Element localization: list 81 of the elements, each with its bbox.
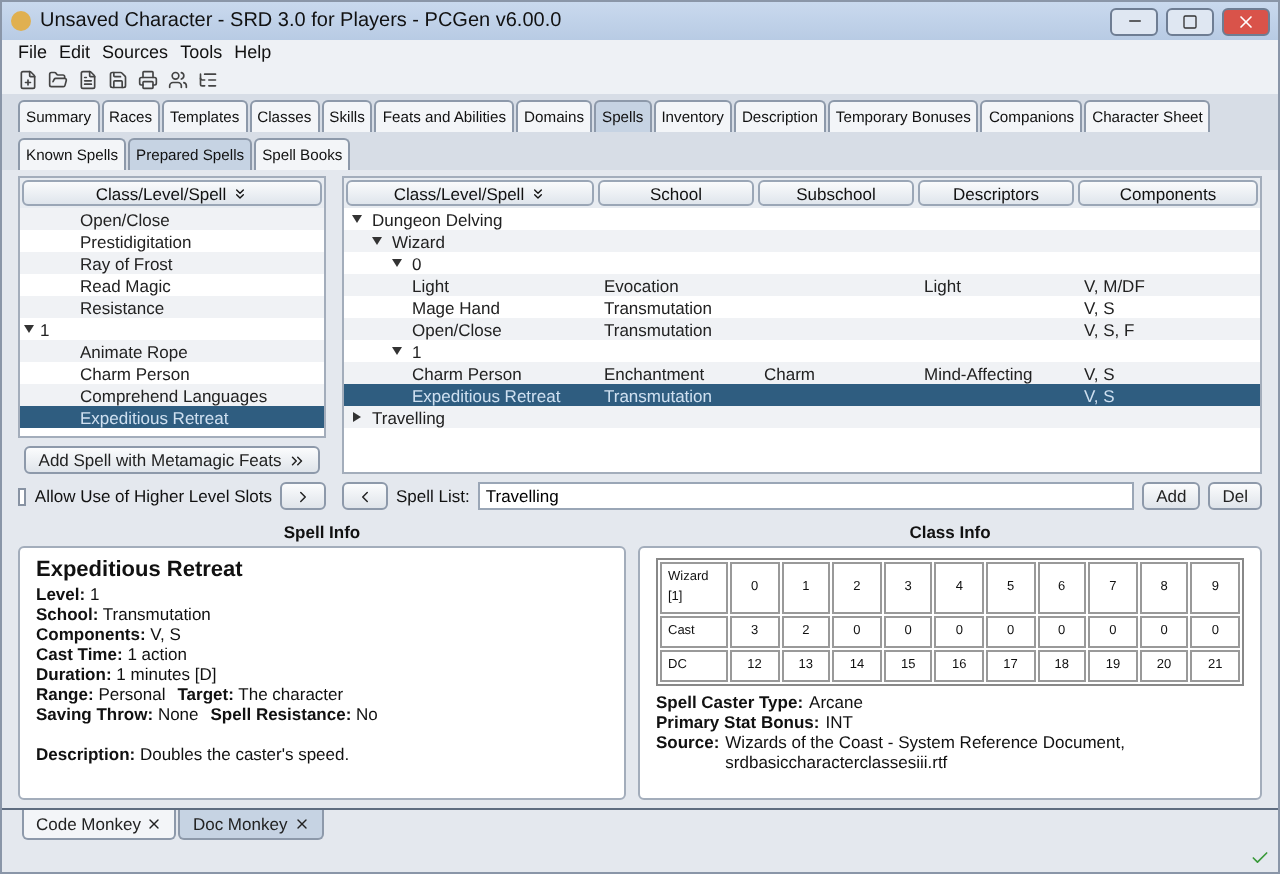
window-title: Unsaved Character - SRD 3.0 for Players - PCGen v6.00.0: [40, 10, 564, 32]
list-icon[interactable]: [198, 69, 218, 89]
add-spell-button[interactable]: [280, 482, 326, 510]
tree-row[interactable]: Resistance: [20, 296, 324, 318]
info-label: Spell Caster Type:: [656, 692, 804, 712]
menu-item[interactable]: File: [18, 42, 48, 62]
description-text: Description: Doubles the caster's speed.: [36, 744, 350, 764]
expanded-triangle-icon[interactable]: [372, 236, 382, 246]
info-line: Duration: 1 minutes [D]: [36, 664, 217, 684]
expanded-triangle-icon[interactable]: [352, 214, 362, 224]
check-icon: [1250, 848, 1270, 868]
maximize-icon: [1182, 13, 1198, 29]
info-line: Range: Personal: [36, 684, 166, 704]
tree-row[interactable]: Travelling: [344, 406, 1260, 428]
tree-row[interactable]: Charm Person Enchantment Charm Mind-Affecting V, S: [344, 362, 1260, 384]
tree-row[interactable]: Light Evocation Light V, M/DF: [344, 274, 1260, 296]
panel-heading: Class Info: [907, 522, 993, 546]
info-value: INT: [825, 712, 853, 732]
character-tab[interactable]: Code Monkey: [22, 810, 177, 840]
spell-list-label: Spell List:: [396, 486, 470, 506]
sort-icon: [232, 185, 249, 201]
info-line: Level: 1: [36, 584, 100, 604]
info-line: Components: V, S: [36, 624, 181, 644]
column-header[interactable]: Descriptors: [918, 180, 1074, 206]
column-header[interactable]: Components: [1078, 180, 1258, 206]
new-file-icon[interactable]: [18, 69, 38, 89]
checkbox[interactable]: [18, 487, 27, 505]
spell-title: Expeditious Retreat: [36, 558, 245, 584]
panel-heading: Spell Info: [281, 522, 363, 546]
maximize-button[interactable]: [1166, 7, 1214, 35]
expanded-triangle-icon[interactable]: [392, 258, 402, 268]
printer-icon[interactable]: [138, 69, 158, 89]
expanded-triangle-icon[interactable]: [24, 324, 34, 334]
remove-spell-button[interactable]: [342, 482, 388, 510]
sort-icon: [530, 185, 547, 201]
menu-item[interactable]: Help: [234, 42, 272, 62]
info-line: Spell Resistance: No: [210, 704, 378, 724]
chevron-left-icon: [356, 487, 374, 505]
collapsed-triangle-icon[interactable]: [352, 412, 362, 422]
column-header[interactable]: Class/Level/Spell: [22, 180, 322, 206]
delete-button[interactable]: Del: [1208, 482, 1262, 510]
character-tab[interactable]: Doc Monkey: [178, 810, 324, 840]
column-header[interactable]: School: [598, 180, 754, 206]
info-line: Saving Throw: None: [36, 704, 199, 724]
checkbox-label: Allow Use of Higher Level Slots: [34, 486, 272, 506]
close-icon: [1236, 11, 1256, 31]
expanded-triangle-icon[interactable]: [392, 346, 402, 356]
tree-row[interactable]: Animate Rope: [20, 340, 324, 362]
menu-item[interactable]: Sources: [102, 42, 169, 62]
add-button[interactable]: Add: [1142, 482, 1201, 510]
info-line: Cast Time: 1 action: [36, 644, 187, 664]
spell-list-field[interactable]: Travelling: [477, 482, 1135, 510]
info-value: Wizards of the Coast - System Reference Document, srdbasiccharacterclassesiii.rtf: [725, 732, 1127, 772]
chevron-right-icon: [294, 487, 312, 505]
info-value: Arcane: [809, 692, 863, 712]
tree-row[interactable]: Ray of Frost: [20, 252, 324, 274]
close-icon[interactable]: [293, 816, 310, 832]
column-header[interactable]: Subschool: [758, 180, 914, 206]
tree-row[interactable]: Expeditious Retreat: [20, 406, 324, 428]
tree-row[interactable]: Wizard: [344, 230, 1260, 252]
tree-row[interactable]: Open/Close: [20, 208, 324, 230]
close-button[interactable]: [1222, 7, 1270, 35]
menu-item[interactable]: Edit: [59, 42, 91, 62]
metamagic-button[interactable]: Add Spell with Metamagic Feats: [24, 446, 320, 474]
folder-icon[interactable]: [48, 69, 68, 89]
column-header[interactable]: Class/Level/Spell: [346, 180, 594, 206]
info-line: School: Transmutation: [36, 604, 211, 624]
app-icon: [10, 10, 32, 32]
info-label: Source:: [656, 732, 720, 756]
info-label: Primary Stat Bonus:: [656, 712, 820, 732]
save-icon[interactable]: [108, 69, 128, 89]
tree-row[interactable]: Open/Close Transmutation V, S, F: [344, 318, 1260, 340]
double-chevron-icon: [287, 451, 306, 469]
document-icon[interactable]: [78, 69, 98, 89]
people-icon[interactable]: [168, 69, 188, 89]
close-icon[interactable]: [146, 816, 163, 832]
tree-row[interactable]: Comprehend Languages: [20, 384, 324, 406]
tree-row[interactable]: Expeditious Retreat Transmutation V, S: [344, 384, 1260, 406]
info-line: Target: The character: [177, 684, 344, 704]
menu-item[interactable]: Tools: [180, 42, 223, 62]
minimize-button[interactable]: [1110, 7, 1158, 35]
